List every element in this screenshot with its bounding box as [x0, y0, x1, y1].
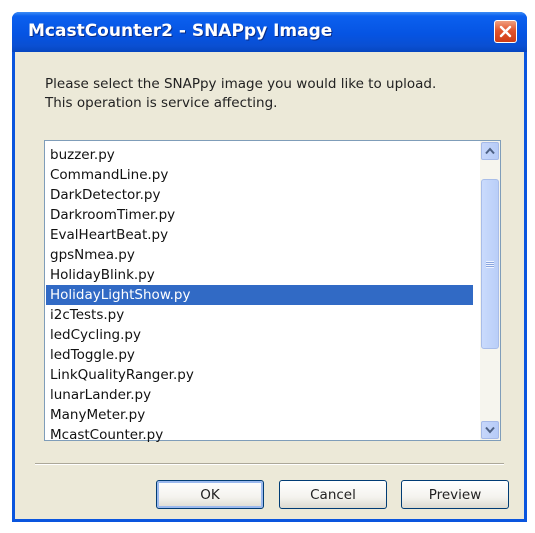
list-item[interactable]: ledToggle.py: [46, 345, 473, 365]
list-item[interactable]: DarkDetector.py: [46, 185, 473, 205]
vertical-scrollbar[interactable]: [480, 141, 500, 440]
list-items: buzzer.py CommandLine.py DarkDetector.py Da…: [46, 145, 473, 445]
close-icon: [499, 25, 512, 38]
list-item[interactable]: gpsNmea.py: [46, 245, 473, 265]
ok-button[interactable]: OK: [156, 480, 264, 509]
preview-button[interactable]: Preview: [401, 480, 509, 509]
scroll-thumb[interactable]: [481, 179, 499, 349]
close-button[interactable]: [494, 20, 517, 43]
grip-icon: [486, 260, 494, 268]
scroll-down-button[interactable]: [481, 421, 499, 439]
chevron-down-icon: [485, 426, 495, 434]
list-item[interactable]: ManyMeter.py: [46, 405, 473, 425]
list-item[interactable]: McastCounter.py: [46, 425, 473, 445]
list-item[interactable]: CommandLine.py: [46, 165, 473, 185]
list-item[interactable]: EvalHeartBeat.py: [46, 225, 473, 245]
list-item[interactable]: ledCycling.py: [46, 325, 473, 345]
list-item[interactable]: DarkroomTimer.py: [46, 205, 473, 225]
list-item[interactable]: HolidayBlink.py: [46, 265, 473, 285]
list-item[interactable]: buzzer.py: [46, 145, 473, 165]
separator: [35, 463, 504, 465]
prompt-line-1: Please select the SNAPpy image you would…: [45, 76, 437, 92]
list-item[interactable]: HolidayLightShow.py: [46, 285, 473, 305]
list-item[interactable]: i2cTests.py: [46, 305, 473, 325]
dialog-window: McastCounter2 - SNAPpy Image Please sele…: [12, 12, 527, 522]
chevron-up-icon: [485, 147, 495, 155]
prompt-text: Please select the SNAPpy image you would…: [45, 75, 436, 113]
window-title: McastCounter2 - SNAPpy Image: [28, 21, 333, 41]
dialog-body: Please select the SNAPpy image you would…: [15, 52, 524, 519]
scroll-up-button[interactable]: [481, 142, 499, 160]
cancel-button[interactable]: Cancel: [279, 480, 387, 509]
list-item[interactable]: lunarLander.py: [46, 385, 473, 405]
list-item[interactable]: LinkQualityRanger.py: [46, 365, 473, 385]
title-bar[interactable]: McastCounter2 - SNAPpy Image: [12, 12, 527, 52]
prompt-line-2: This operation is service affecting.: [45, 95, 278, 111]
image-listbox[interactable]: buzzer.py CommandLine.py DarkDetector.py Da…: [44, 140, 501, 443]
